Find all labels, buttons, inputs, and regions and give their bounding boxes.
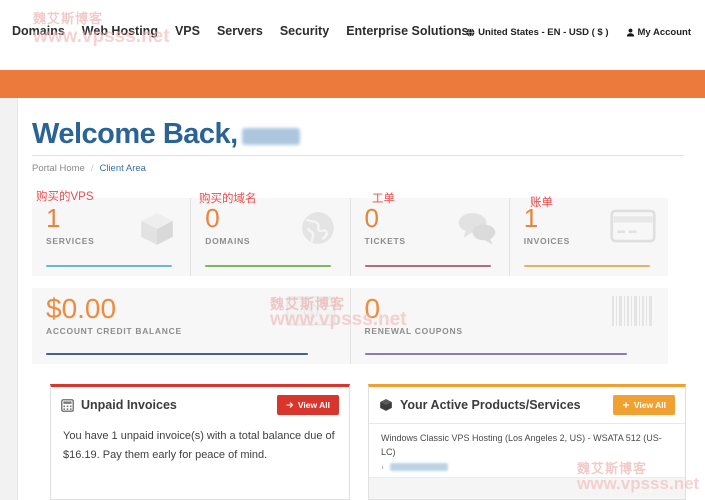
globe-icon [466, 28, 475, 37]
title-divider [32, 155, 684, 156]
callout-tickets: 工单 [372, 193, 395, 205]
nav-utility-group: United States - EN - USD ( $ ) My Accoun… [466, 27, 691, 38]
balance-label-coupons: RENEWAL COUPONS [364, 326, 463, 337]
balance-underline-coupons [364, 352, 627, 355]
link-icon [382, 465, 384, 469]
unpaid-invoices-header: Unpaid Invoices View All [51, 387, 349, 423]
locale-label: United States - EN - USD ( $ ) [478, 27, 609, 38]
callout-purchased-domains: 购买的域名 [199, 193, 257, 205]
product-ip-row [381, 463, 673, 471]
globe-icon [301, 212, 334, 244]
breadcrumb-separator: / [90, 163, 94, 174]
balance-card-credit[interactable]: $0.00 ACCOUNT CREDIT BALANCE $ [32, 288, 351, 364]
stats-summary-panel: 1 SERVICES 0 DOMAINS 0 TICKETS 1 INVOICE… [32, 198, 668, 276]
active-products-footer [369, 477, 685, 499]
stat-underline-services [46, 264, 172, 267]
unpaid-invoices-view-all-label: View All [297, 400, 330, 410]
unpaid-invoices-view-all-button[interactable]: View All [276, 395, 339, 415]
unpaid-invoices-title: Unpaid Invoices [61, 398, 177, 412]
unpaid-invoices-message: You have 1 unpaid invoice(s) with a tota… [63, 430, 335, 461]
breadcrumb-portal-home[interactable]: Portal Home [32, 163, 85, 174]
active-products-view-all-button[interactable]: View All [612, 395, 675, 415]
active-products-view-all-label: View All [633, 400, 666, 410]
nav-item-security[interactable]: Security [280, 24, 329, 38]
stat-underline-domains [205, 264, 332, 267]
locale-selector[interactable]: United States - EN - USD ( $ ) [466, 27, 609, 38]
unpaid-invoices-title-text: Unpaid Invoices [81, 398, 177, 412]
plus-icon [622, 402, 629, 408]
credit-card-icon [610, 209, 656, 243]
comments-icon [458, 213, 495, 245]
callout-invoices: 账单 [530, 197, 553, 209]
balance-summary-panel: $0.00 ACCOUNT CREDIT BALANCE $ 0 RENEWAL… [32, 288, 668, 364]
cube-icon [380, 399, 392, 411]
breadcrumb: Portal Home / Client Area [32, 163, 146, 174]
balance-value-coupons: 0 [364, 293, 381, 324]
primary-nav-links: Domains Web Hosting VPS Servers Security… [12, 24, 468, 38]
active-products-header: Your Active Products/Services View All [369, 387, 685, 423]
welcome-prefix: Welcome Back, [32, 118, 238, 150]
balance-label-credit: ACCOUNT CREDIT BALANCE [46, 326, 182, 337]
cube-icon [141, 213, 173, 245]
client-area-page: 魏艾斯博客 www.vpsss.net Domains Web Hosting … [0, 0, 705, 500]
active-products-panel: Your Active Products/Services View All W… [368, 384, 686, 500]
calculator-icon [61, 398, 74, 412]
my-account-label: My Account [637, 27, 691, 38]
callout-purchased-vps: 购买的VPS [36, 191, 94, 203]
breadcrumb-client-area[interactable]: Client Area [99, 163, 145, 174]
stat-underline-tickets [364, 264, 491, 267]
redacted-product-ip [390, 463, 448, 471]
unpaid-invoices-panel: Unpaid Invoices View All You have 1 unpa… [50, 384, 350, 500]
stat-card-tickets[interactable]: 0 TICKETS [351, 198, 510, 276]
top-navigation-bar: Domains Web Hosting VPS Servers Security… [0, 0, 705, 70]
stat-underline-invoices [523, 264, 650, 267]
barcode-icon [612, 296, 652, 326]
nav-item-web-hosting[interactable]: Web Hosting [82, 24, 158, 38]
active-products-title: Your Active Products/Services [379, 398, 581, 412]
stat-card-domains[interactable]: 0 DOMAINS [191, 198, 351, 276]
arrow-right-icon [286, 402, 294, 408]
redacted-user-name [241, 128, 300, 145]
my-account-link[interactable]: My Account [626, 27, 691, 38]
list-item[interactable]: Windows Classic VPS Hosting (Los Angeles… [369, 424, 685, 473]
left-gutter-rail [0, 98, 18, 500]
svg-text:$: $ [308, 307, 314, 318]
balance-underline-credit [46, 352, 308, 355]
nav-item-vps[interactable]: VPS [175, 24, 200, 38]
stat-card-services[interactable]: 1 SERVICES [32, 198, 192, 276]
money-bill-icon: $ [285, 296, 336, 326]
nav-item-domains[interactable]: Domains [12, 24, 65, 38]
product-name: Windows Classic VPS Hosting (Los Angeles… [381, 433, 662, 457]
page-title: Welcome Back, [32, 118, 300, 151]
active-products-title-text: Your Active Products/Services [400, 398, 581, 412]
brand-color-band [0, 70, 705, 98]
balance-card-coupons[interactable]: 0 RENEWAL COUPONS [351, 288, 669, 364]
page-content: Welcome Back, Portal Home / Client Area … [18, 98, 705, 500]
user-icon [626, 28, 634, 37]
nav-item-enterprise-solutions[interactable]: Enterprise Solutions [346, 24, 468, 38]
nav-item-servers[interactable]: Servers [217, 24, 263, 38]
